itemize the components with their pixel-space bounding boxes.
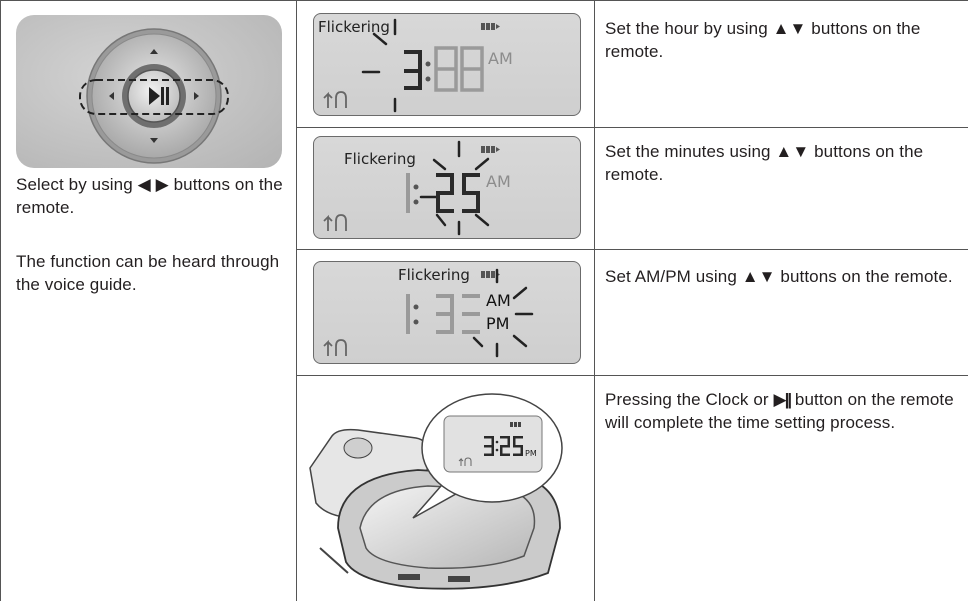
table-border-left — [0, 0, 1, 601]
table-divider-1 — [296, 0, 297, 601]
row-divider-1 — [297, 127, 968, 128]
select-instruction: Select by using ◀ ▶ buttons on the remot… — [16, 175, 283, 217]
lcd-display-hour: Flickering AM — [313, 13, 581, 116]
lcd-display-ampm: Flickering AM PM — [313, 261, 581, 364]
step4-text: Pressing the Clock or ▶|| button on the … — [605, 389, 960, 434]
step1-text: Set the hour by using ▲▼ buttons on the … — [605, 19, 921, 61]
table-border-top — [0, 0, 968, 1]
flickering-label: Flickering — [398, 266, 470, 284]
step2-text: Set the minutes using ▲▼ buttons on the … — [605, 142, 924, 184]
am-label: AM — [486, 291, 511, 310]
row-divider-3 — [297, 375, 968, 376]
play-pause-icon: ▶|| — [773, 390, 793, 409]
step3-text: Set AM/PM using ▲▼ buttons on the remote… — [605, 267, 953, 286]
am-pm-indicator: AM — [486, 172, 511, 191]
table-divider-2 — [594, 0, 595, 601]
am-pm-indicator: AM — [488, 49, 513, 68]
voice-guide-note: The function can be heard through the vo… — [16, 252, 280, 294]
robot-cleaner-illustration: PM — [298, 378, 593, 600]
flickering-label: Flickering — [344, 150, 416, 168]
step4-text-before: Pressing the Clock or — [605, 390, 769, 409]
remote-illustration — [16, 15, 282, 168]
pm-label: PM — [486, 314, 509, 333]
lcd-display-minutes: Flickering AM — [313, 136, 581, 239]
row-divider-2 — [297, 249, 968, 250]
flickering-label: Flickering — [318, 18, 390, 36]
am-pm-indicator: PM — [525, 449, 537, 458]
